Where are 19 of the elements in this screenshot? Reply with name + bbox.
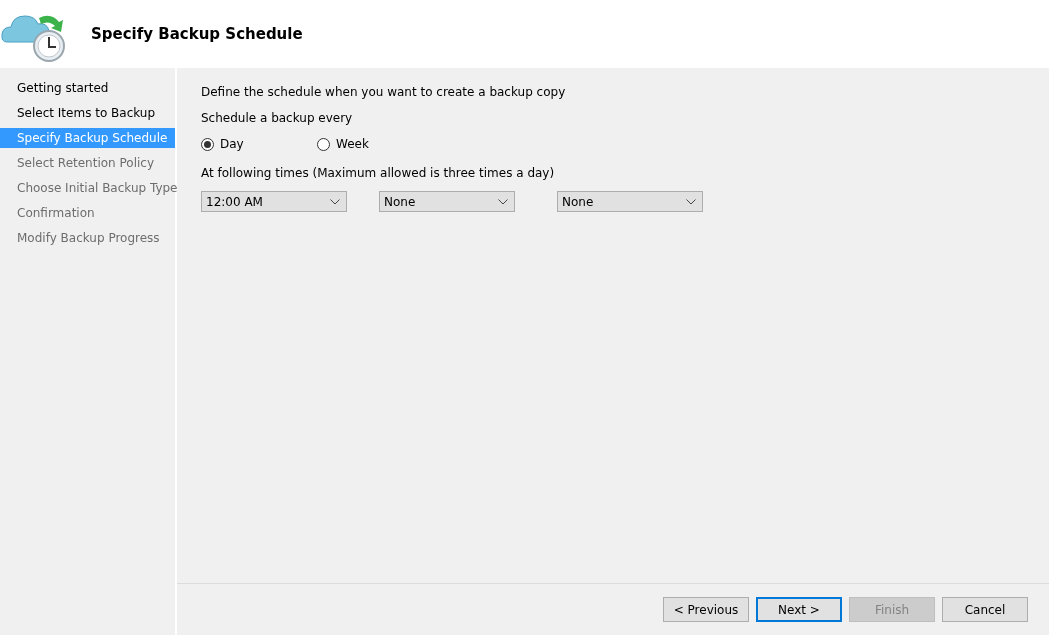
chevron-down-icon: [686, 198, 696, 205]
wizard-button[interactable]: Cancel: [942, 597, 1028, 622]
time-dropdown[interactable]: None: [379, 191, 515, 212]
radio-icon[interactable]: [317, 137, 330, 151]
wizard-step[interactable]: Select Items to Backup: [0, 103, 175, 128]
frequency-label: Schedule a backup every: [201, 111, 354, 125]
chevron-down-icon: [498, 198, 508, 205]
wizard-button[interactable]: < Previous: [663, 597, 749, 622]
radio-option[interactable]: Week: [317, 137, 433, 151]
radio-icon[interactable]: [201, 137, 214, 151]
time-dropdown[interactable]: 12:00 AM: [201, 191, 347, 212]
times-label: At following times (Maximum allowed is three times a day): [201, 166, 556, 180]
radio-option[interactable]: Day: [201, 137, 317, 151]
intro-text: Define the schedule when you want to create a backup copy: [201, 85, 567, 99]
wizard-button[interactable]: Next >: [756, 597, 842, 622]
wizard-step[interactable]: Getting started: [0, 78, 175, 103]
chevron-down-icon: [330, 198, 340, 205]
page-title: Specify Backup Schedule: [91, 25, 303, 43]
time-dropdown[interactable]: None: [557, 191, 703, 212]
